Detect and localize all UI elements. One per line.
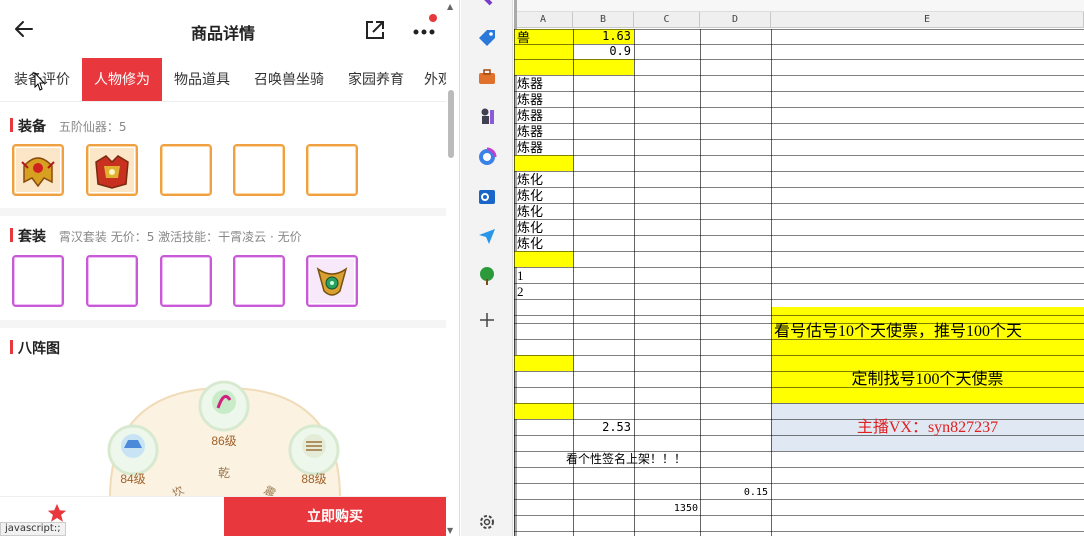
sheet-toolbar-strip [514, 0, 1084, 12]
col-header-c[interactable]: C [634, 12, 700, 28]
bagua-node-right[interactable] [288, 424, 340, 476]
category-tabs: 装备评价 人物修为 物品道具 召唤兽坐骑 家园养育 外观 [0, 58, 446, 102]
suit-slot-1[interactable] [12, 255, 64, 307]
bagua-node-left[interactable] [107, 424, 159, 476]
browser-status-text: javascript:; [0, 522, 66, 536]
tab-home[interactable]: 家园养育 [338, 58, 414, 101]
bagua-diagram: 86级 84级 88级 乾 坎 震 [107, 380, 342, 498]
section-divider [0, 320, 446, 328]
banner-custom-text[interactable]: 定制找号100个天使票 [771, 370, 1084, 390]
share-icon[interactable] [364, 19, 386, 41]
cell-a[interactable]: 炼化 [517, 188, 572, 203]
cell-a[interactable]: 兽 [517, 30, 572, 45]
bagua-level-left: 84级 [120, 472, 145, 486]
tag-icon[interactable] [477, 28, 497, 48]
cell-highlight-yellow [514, 44, 573, 59]
send-icon[interactable] [477, 226, 497, 246]
equip-slot-1[interactable] [12, 144, 64, 196]
equip-section-header: 装备 五阶仙器：5 [10, 116, 127, 136]
cell-a[interactable]: 1 [517, 268, 572, 283]
tab-character[interactable]: 人物修为 [82, 58, 162, 101]
bagua-node-top[interactable] [198, 380, 250, 432]
bagua-level-right: 88级 [301, 472, 326, 486]
helmet-icon [16, 148, 60, 192]
suit-sub: 霄汉套装 无价：5 激活技能：干霄凌云 · 无价 [58, 230, 302, 244]
tab-items[interactable]: 物品道具 [164, 58, 240, 101]
scroll-up-arrow[interactable]: ▲ [447, 2, 453, 11]
suit-slot-5[interactable] [306, 255, 358, 307]
cell-a[interactable]: 炼化 [517, 172, 572, 187]
suit-slot-2[interactable] [86, 255, 138, 307]
cell-a[interactable]: 炼器 [517, 108, 572, 123]
mobile-browser-pane: 商品详情 装备评价 人物修为 物品道具 召唤兽坐骑 家园养育 外观 ▲ ▼ [0, 0, 460, 536]
cell-b-total[interactable]: 2.53 [575, 420, 631, 435]
equip-slot-5[interactable] [306, 144, 358, 196]
cell-highlight-yellow [514, 403, 573, 419]
cell-highlight-yellow [514, 59, 573, 75]
cell-signature-note[interactable]: 看个性签名上架！！！ [566, 452, 716, 467]
col-header-e[interactable]: E [771, 12, 1084, 28]
cell-a[interactable]: 炼器 [517, 140, 572, 155]
scroll-down-arrow[interactable]: ▼ [447, 526, 453, 535]
col-header-d[interactable]: D [700, 12, 771, 28]
equip-label: 装备 [18, 119, 46, 135]
bagua-label: 八阵图 [18, 341, 60, 357]
scrollbar-thumb[interactable] [448, 90, 454, 158]
cell-a[interactable]: 2 [517, 284, 572, 299]
cell-highlight-yellow [514, 155, 573, 171]
cell-a[interactable]: 炼器 [517, 124, 572, 139]
cell-a[interactable]: 炼化 [517, 220, 572, 235]
cell-highlight-yellow [514, 355, 573, 371]
suit-slot-4[interactable] [233, 255, 285, 307]
bagua-level-top: 86级 [211, 434, 236, 448]
copilot-icon[interactable] [477, 147, 497, 167]
equip-slot-4[interactable] [233, 144, 285, 196]
outlook-icon[interactable] [477, 187, 497, 207]
gear-icon[interactable] [477, 512, 497, 532]
tree-icon[interactable] [477, 266, 497, 286]
section-divider [0, 208, 446, 216]
spreadsheet: A B C D E 兽炼器 炼器 炼器 炼器 炼器 炼化 炼化 炼化 炼化 炼化 1 2 1.63 0.9… [514, 0, 1084, 536]
pen-icon[interactable] [477, 0, 497, 14]
buy-now-button[interactable]: 立即购买 [224, 497, 446, 536]
mouse-cursor-icon [34, 72, 46, 91]
add-plus-icon[interactable] [477, 310, 497, 330]
briefcase-icon[interactable] [477, 67, 497, 87]
top-nav-bar: 商品详情 [0, 0, 446, 58]
banner-appraisal-text[interactable]: 看号估号10个天使票，推号100个天 [774, 322, 1084, 342]
bagua-section-header: 八阵图 [10, 338, 60, 358]
cell-a[interactable]: 炼化 [517, 236, 572, 251]
cell-highlight-yellow [514, 251, 573, 267]
col-header-b[interactable]: B [573, 12, 634, 28]
tab-appearance[interactable]: 外观 [418, 58, 446, 101]
cell-a[interactable]: 炼器 [517, 92, 572, 107]
bagua-center-label: 乾 [218, 466, 230, 480]
cell-a[interactable]: 炼器 [517, 76, 572, 91]
notification-dot [429, 14, 437, 22]
cell-a[interactable]: 炼化 [517, 204, 572, 219]
tab-pets[interactable]: 召唤兽坐骑 [244, 58, 334, 101]
suit-section-header: 套装 霄汉套装 无价：5 激活技能：干霄凌云 · 无价 [10, 226, 302, 246]
cell-highlight-yellow [573, 59, 634, 75]
cell-b2[interactable]: 0.9 [575, 44, 631, 59]
banner-contact-text[interactable]: 主播VX：syn827237 [771, 418, 1084, 438]
suit-label: 套装 [18, 229, 46, 245]
app-sidebar-dock [461, 0, 513, 536]
equip-slot-3[interactable] [160, 144, 212, 196]
cell-d-value[interactable]: 0.15 [702, 485, 768, 500]
chess-icon[interactable] [477, 106, 497, 126]
amulet-icon [310, 259, 354, 303]
bottom-action-bar: 立即购买 [0, 496, 446, 536]
cell-c-value[interactable]: 1350 [636, 501, 698, 516]
equip-slot-2[interactable] [86, 144, 138, 196]
col-header-a[interactable]: A [514, 12, 573, 28]
armor-icon [90, 148, 134, 192]
suit-slot-3[interactable] [160, 255, 212, 307]
star-favorite-icon[interactable] [46, 502, 68, 524]
cell-b1[interactable]: 1.63 [575, 29, 631, 44]
equip-sub: 五阶仙器：5 [58, 120, 127, 134]
